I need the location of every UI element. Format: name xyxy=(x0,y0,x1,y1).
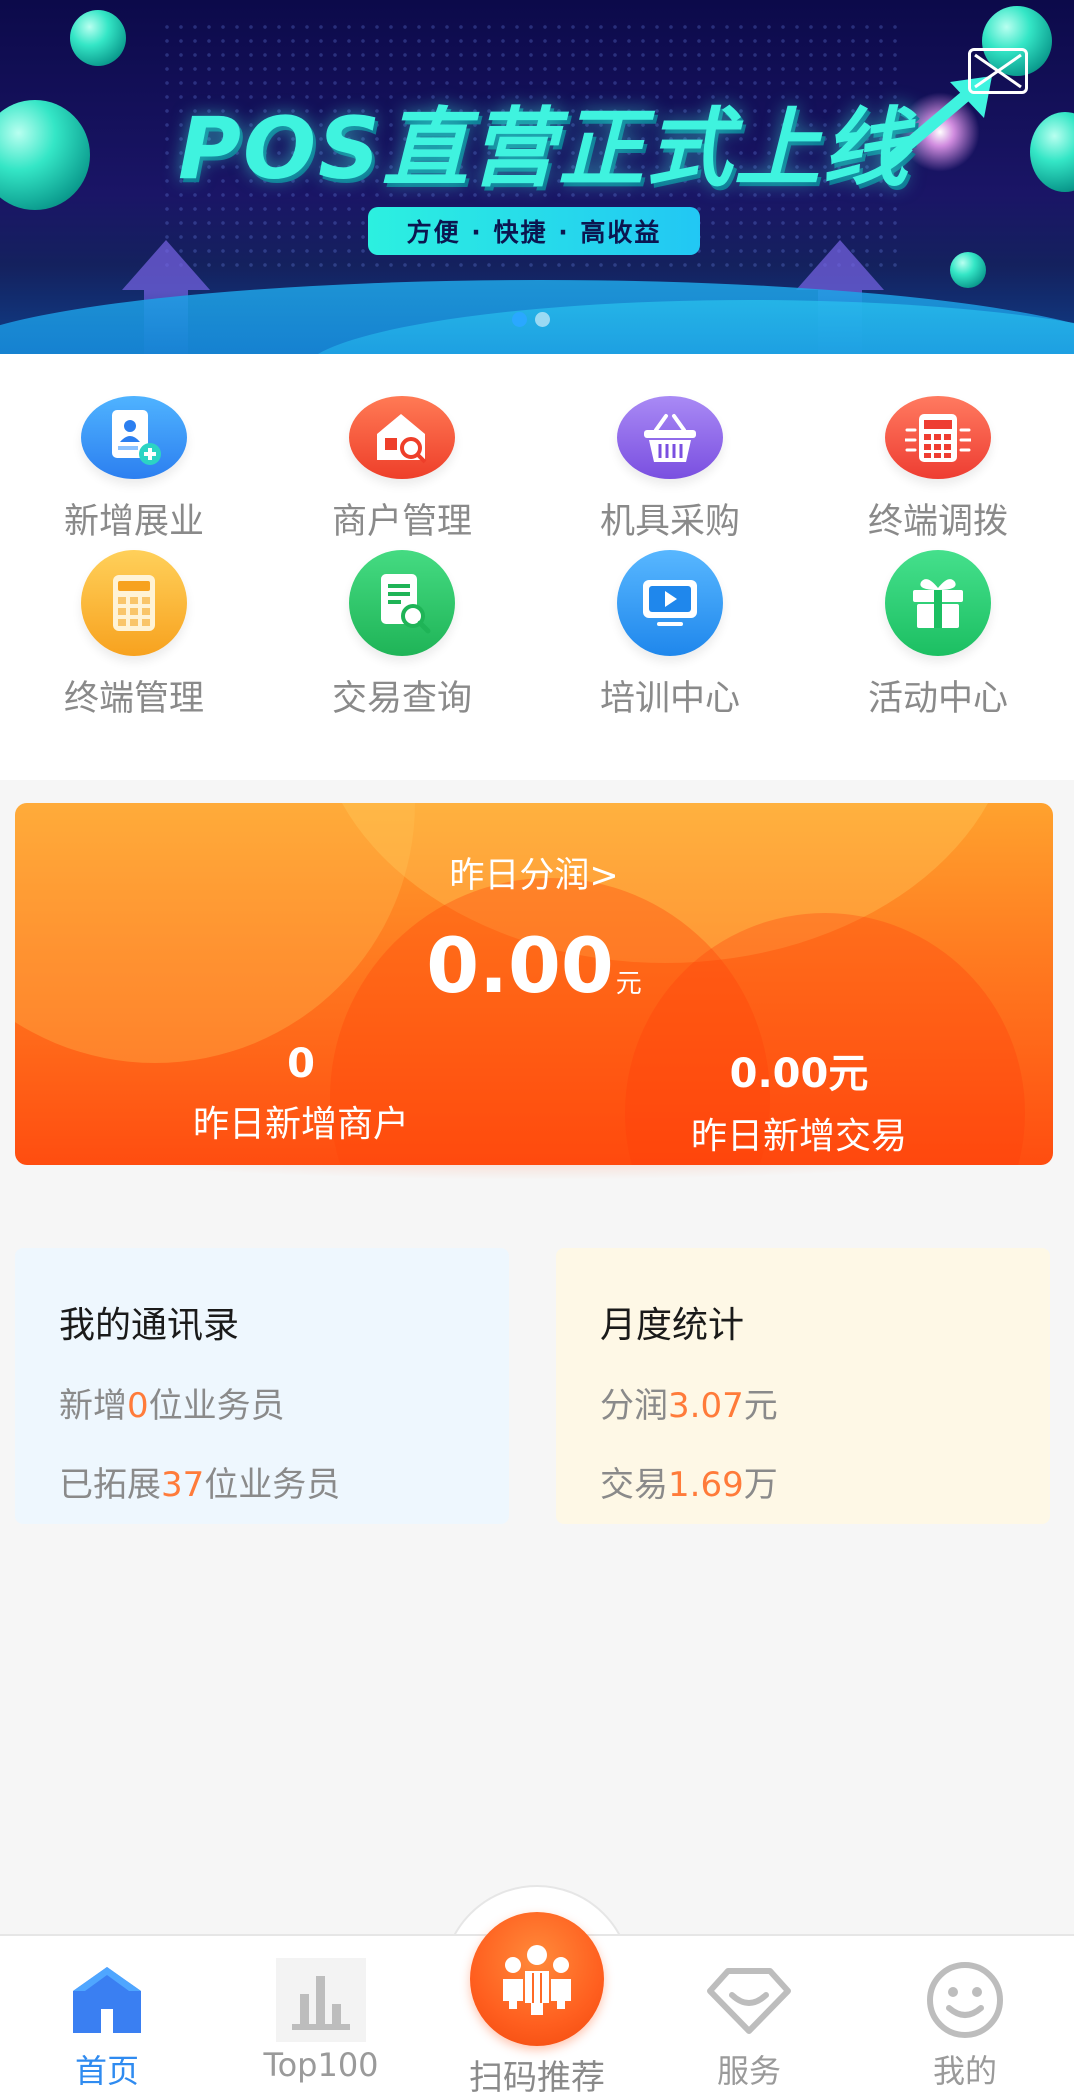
monthly-transaction-line: 交易1.69万 xyxy=(600,1457,1050,1506)
yesterday-profit-card[interactable]: 昨日分润> 0.00元 0 昨日新增商户 0.00元 昨日新增交易 xyxy=(15,803,1053,1165)
menu-item-merchant-management[interactable]: 商户管理 xyxy=(268,354,536,544)
text-prefix: 分润 xyxy=(600,1386,668,1426)
diamond-icon xyxy=(704,1958,794,2042)
menu-label: 机具采购 xyxy=(599,502,740,542)
menu-item-training-center[interactable]: 培训中心 xyxy=(536,544,804,734)
stat-value: 0 xyxy=(287,1041,315,1087)
monthly-profit-line: 分润3.07元 xyxy=(600,1378,1050,1427)
calculator-icon xyxy=(885,396,991,479)
text-prefix: 交易 xyxy=(600,1465,668,1505)
smiley-icon xyxy=(920,1958,1010,2042)
text-prefix: 新增 xyxy=(59,1386,127,1426)
decor-ball xyxy=(1030,112,1074,192)
menu-label: 交易查询 xyxy=(331,679,472,719)
tab-label: 我的 xyxy=(932,2052,997,2090)
tab-label-scan-recommend[interactable]: 扫码推荐 xyxy=(442,2050,632,2094)
banner-pagination[interactable] xyxy=(512,312,550,327)
close-icon xyxy=(974,53,1022,89)
menu-item-terminal-transfer[interactable]: 终端调拨 xyxy=(804,354,1072,544)
pagination-dot[interactable] xyxy=(535,312,550,327)
profit-value: 0.00 xyxy=(426,921,614,1010)
video-icon xyxy=(617,550,723,656)
menu-item-new-business[interactable]: 新增展业 xyxy=(0,354,268,544)
banner-subtitle: 方便 · 快捷 · 高收益 xyxy=(368,207,700,255)
contacts-card[interactable]: 我的通讯录 新增0位业务员 已拓展37位业务员 xyxy=(15,1248,509,1524)
menu-label: 新增展业 xyxy=(63,502,204,542)
stat-label: 昨日新增商户 xyxy=(192,1104,409,1145)
profit-amount: 0.00元 xyxy=(15,921,1053,1010)
menu-item-equipment-purchase[interactable]: 机具采购 xyxy=(536,354,804,544)
promo-banner[interactable]: POS直营正式上线 方便 · 快捷 · 高收益 xyxy=(0,0,1074,354)
tab-label: 服务 xyxy=(716,2052,781,2090)
contacts-expanded-line: 已拓展37位业务员 xyxy=(59,1457,509,1506)
monthly-stats-card[interactable]: 月度统计 分润3.07元 交易1.69万 xyxy=(556,1248,1050,1524)
decor-ball xyxy=(0,100,90,210)
people-icon xyxy=(503,1945,571,2015)
decor-arrow xyxy=(122,240,210,290)
decor-ball xyxy=(950,252,986,288)
menu-item-activity-center[interactable]: 活动中心 xyxy=(804,544,1072,734)
bar-chart-icon xyxy=(276,1958,366,2042)
monthly-title: 月度统计 xyxy=(600,1305,745,1346)
profit-unit: 元 xyxy=(615,969,642,999)
tab-label: Top100 xyxy=(263,2046,379,2084)
profit-title-link[interactable]: 昨日分润> xyxy=(15,847,1053,898)
contacts-title: 我的通讯录 xyxy=(59,1305,240,1346)
text-suffix: 万 xyxy=(743,1465,778,1505)
menu-label: 终端调拨 xyxy=(867,502,1008,542)
tab-top100[interactable]: Top100 xyxy=(214,1936,428,2094)
home-icon xyxy=(62,1958,152,2042)
decor-ball xyxy=(70,10,126,66)
tab-label: 首页 xyxy=(74,2052,139,2090)
banner-headline: POS直营正式上线 xyxy=(178,99,911,199)
text-suffix: 位业务员 xyxy=(204,1465,341,1505)
menu-label: 终端管理 xyxy=(63,679,204,719)
monthly-transaction-value: 1.69 xyxy=(668,1465,744,1505)
scan-recommend-button[interactable] xyxy=(470,1912,604,2046)
text-prefix: 已拓展 xyxy=(59,1465,161,1505)
gift-icon xyxy=(885,550,991,656)
menu-item-terminal-management[interactable]: 终端管理 xyxy=(0,544,268,734)
add-contact-icon xyxy=(81,396,187,479)
calculator-icon xyxy=(81,550,187,656)
pagination-dot[interactable] xyxy=(512,312,527,327)
decor-arrow xyxy=(796,240,884,290)
menu-label: 商户管理 xyxy=(331,502,472,542)
tab-home[interactable]: 首页 xyxy=(0,1936,214,2094)
stat-value: 0.00元 xyxy=(729,1051,869,1097)
expanded-staff-count: 37 xyxy=(161,1465,205,1505)
text-suffix: 位业务员 xyxy=(148,1386,285,1426)
menu-label: 培训中心 xyxy=(599,679,740,719)
quick-menu-grid: 新增展业 商户管理 机具采购 终端调拨 终端管理 交易查询 培训中心 活动中心 xyxy=(0,354,1074,780)
stat-new-transactions: 0.00元 昨日新增交易 xyxy=(539,1041,1053,1159)
store-search-icon xyxy=(349,396,455,479)
tab-service[interactable]: 服务 xyxy=(642,1936,856,2094)
new-staff-count: 0 xyxy=(127,1386,149,1426)
tab-mine[interactable]: 我的 xyxy=(858,1936,1072,2094)
text-suffix: 元 xyxy=(743,1386,778,1426)
stat-new-merchants: 0 昨日新增商户 xyxy=(41,1041,561,1147)
basket-icon xyxy=(617,396,723,479)
monthly-profit-value: 3.07 xyxy=(668,1386,744,1426)
document-search-icon xyxy=(349,550,455,656)
stat-label: 昨日新增交易 xyxy=(690,1116,907,1157)
menu-label: 活动中心 xyxy=(867,679,1008,719)
menu-item-transaction-query[interactable]: 交易查询 xyxy=(268,544,536,734)
contacts-new-line: 新增0位业务员 xyxy=(59,1378,509,1427)
close-button[interactable] xyxy=(968,48,1028,94)
